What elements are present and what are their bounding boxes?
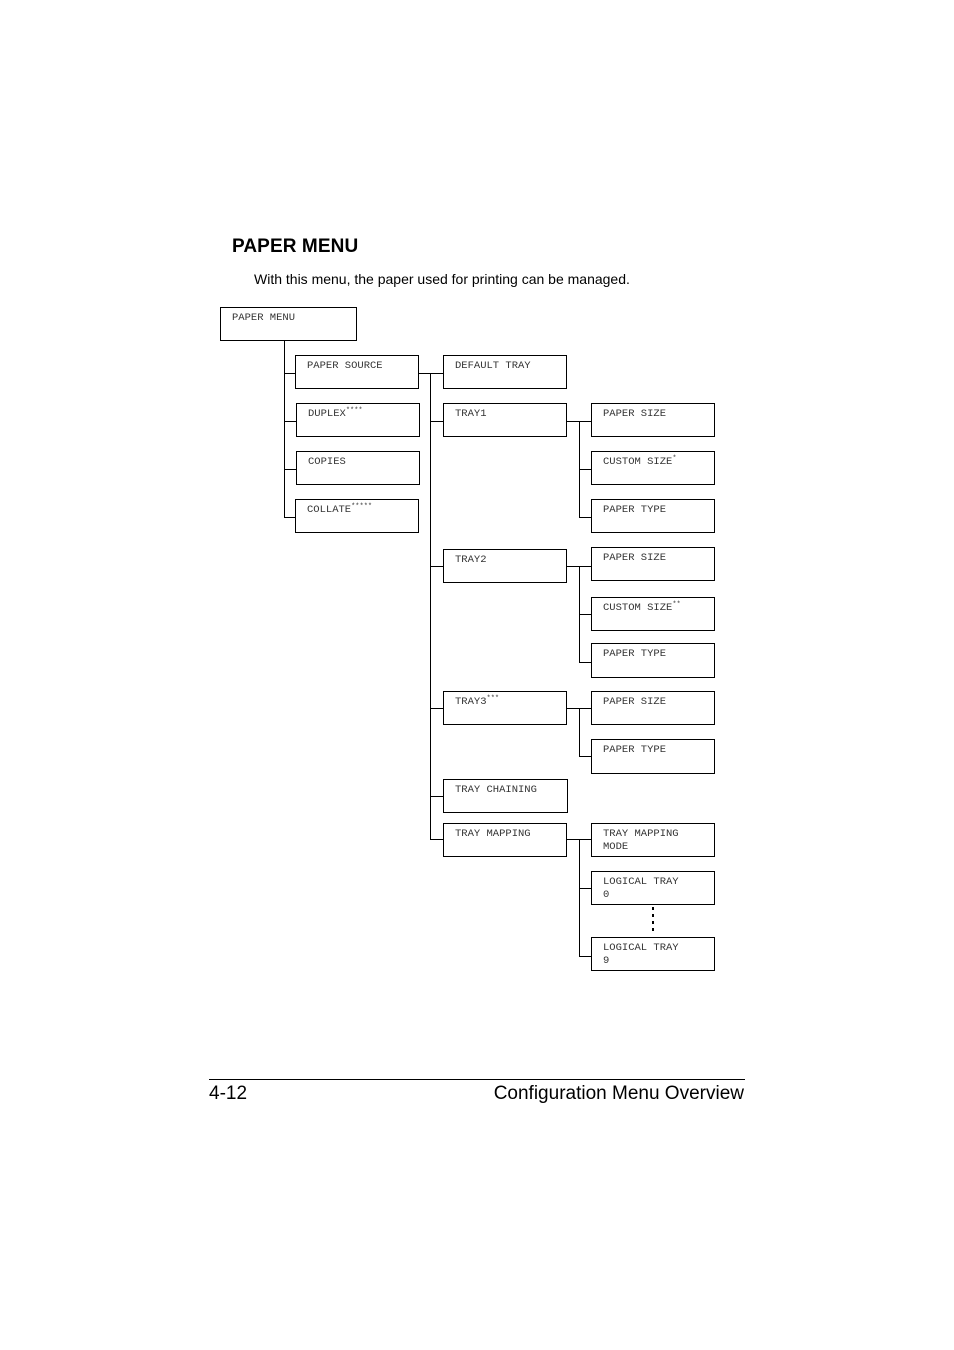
node-label: PAPER SOURCE bbox=[307, 360, 383, 372]
node-label: CUSTOM SIZE bbox=[603, 602, 673, 614]
menu-node-tray2-paper-type[interactable]: PAPER TYPE bbox=[591, 643, 715, 678]
connector-line bbox=[579, 614, 591, 615]
chapter-title: Configuration Menu Overview bbox=[493, 1083, 744, 1104]
node-label: TRAY2 bbox=[455, 554, 487, 566]
ellipsis-dots-icon bbox=[652, 907, 654, 935]
page-number: 4-12 bbox=[209, 1083, 248, 1104]
footnote-marker: ** bbox=[672, 601, 681, 609]
connector-line bbox=[579, 708, 580, 757]
node-label: DEFAULT TRAY bbox=[455, 360, 531, 372]
node-label: CUSTOM SIZE bbox=[603, 456, 673, 468]
menu-node-copies[interactable]: COPIES bbox=[296, 451, 420, 485]
menu-node-tray2-paper-size[interactable]: PAPER SIZE bbox=[591, 547, 715, 581]
section-intro: With this menu, the paper used for print… bbox=[254, 271, 630, 287]
node-label: TRAY CHAINING bbox=[455, 784, 537, 796]
footnote-marker: ***** bbox=[351, 503, 373, 511]
node-label: PAPER MENU bbox=[232, 312, 296, 324]
node-label: PAPER TYPE bbox=[603, 648, 667, 660]
menu-node-paper-source[interactable]: PAPER SOURCE bbox=[295, 355, 419, 389]
connector-line bbox=[430, 708, 443, 709]
menu-node-tray2-custom-size[interactable]: CUSTOM SIZE** bbox=[591, 597, 715, 631]
menu-node-tray-mapping-mode[interactable]: TRAY MAPPING MODE bbox=[591, 823, 715, 857]
menu-node-tray3-paper-size[interactable]: PAPER SIZE bbox=[591, 691, 715, 725]
menu-node-tray-mapping[interactable]: TRAY MAPPING bbox=[443, 823, 567, 857]
connector-line bbox=[430, 796, 443, 797]
footnote-marker: * bbox=[672, 455, 677, 463]
menu-node-logical-tray-9[interactable]: LOGICAL TRAY 9 bbox=[591, 937, 715, 971]
menu-node-default-tray[interactable]: DEFAULT TRAY bbox=[443, 355, 567, 389]
connector-line bbox=[284, 340, 285, 518]
connector-line bbox=[284, 373, 295, 374]
menu-node-tray1-paper-type[interactable]: PAPER TYPE bbox=[591, 499, 715, 533]
menu-node-logical-tray-0[interactable]: LOGICAL TRAY 0 bbox=[591, 871, 715, 905]
section-heading: PAPER MENU bbox=[232, 236, 359, 257]
connector-line bbox=[430, 421, 443, 422]
connector-line bbox=[579, 756, 591, 757]
node-label: TRAY1 bbox=[455, 408, 487, 420]
connector-line bbox=[284, 517, 295, 518]
node-label: COPIES bbox=[308, 456, 346, 468]
connector-line bbox=[430, 566, 443, 567]
node-label: PAPER SIZE bbox=[603, 552, 667, 564]
connector-line bbox=[430, 373, 431, 840]
menu-node-tray1[interactable]: TRAY1 bbox=[443, 403, 567, 437]
connector-line bbox=[284, 421, 296, 422]
node-label: LOGICAL TRAY 9 bbox=[603, 942, 679, 967]
menu-node-duplex[interactable]: DUPLEX**** bbox=[296, 403, 420, 437]
node-label: PAPER TYPE bbox=[603, 504, 667, 516]
menu-node-collate[interactable]: COLLATE***** bbox=[295, 499, 419, 533]
connector-line bbox=[579, 839, 580, 956]
node-label: PAPER SIZE bbox=[603, 696, 667, 708]
menu-node-tray1-custom-size[interactable]: CUSTOM SIZE* bbox=[591, 451, 715, 485]
connector-line bbox=[579, 469, 591, 470]
connector-line bbox=[579, 888, 591, 889]
menu-node-tray2[interactable]: TRAY2 bbox=[443, 549, 567, 583]
connector-line bbox=[430, 839, 443, 840]
connector-line bbox=[579, 662, 591, 663]
menu-node-tray3-paper-type[interactable]: PAPER TYPE bbox=[591, 739, 715, 774]
menu-node-tray1-paper-size[interactable]: PAPER SIZE bbox=[591, 403, 715, 437]
node-label: LOGICAL TRAY 0 bbox=[603, 876, 679, 901]
menu-node-paper-menu[interactable]: PAPER MENU bbox=[220, 307, 357, 341]
node-label: TRAY MAPPING bbox=[455, 828, 531, 840]
menu-node-tray-chaining[interactable]: TRAY CHAINING bbox=[443, 779, 568, 813]
node-label: COLLATE bbox=[307, 504, 352, 516]
node-label: DUPLEX bbox=[308, 408, 346, 420]
connector-line bbox=[579, 956, 591, 957]
connector-line bbox=[284, 469, 296, 470]
node-label: PAPER SIZE bbox=[603, 408, 667, 420]
menu-node-tray3[interactable]: TRAY3*** bbox=[443, 691, 567, 725]
node-label: PAPER TYPE bbox=[603, 744, 667, 756]
connector-line bbox=[579, 517, 591, 518]
node-label: TRAY3 bbox=[455, 696, 487, 708]
footnote-marker: **** bbox=[345, 407, 363, 415]
footnote-marker: *** bbox=[486, 695, 500, 703]
footer-divider bbox=[209, 1079, 745, 1080]
node-label: TRAY MAPPING MODE bbox=[603, 828, 679, 853]
